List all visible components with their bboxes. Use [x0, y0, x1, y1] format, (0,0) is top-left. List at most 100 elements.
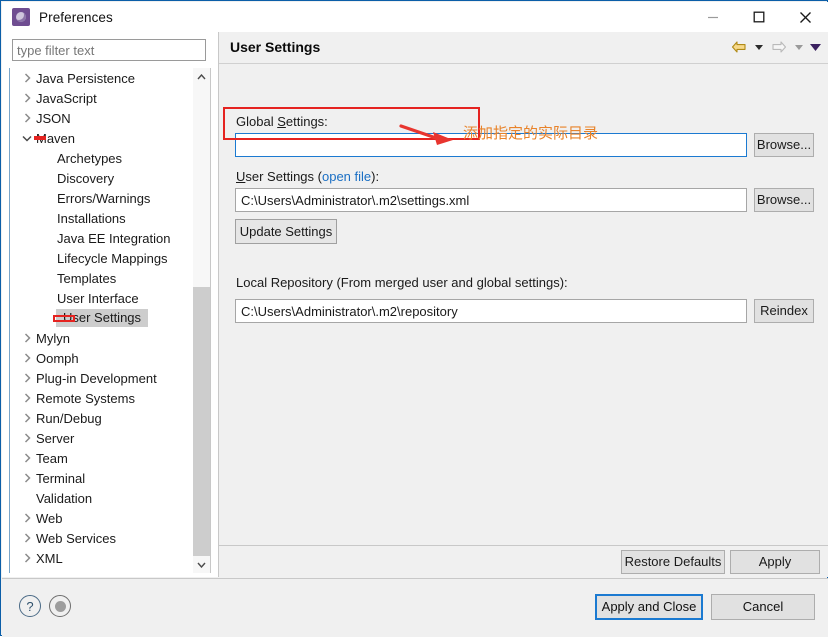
tree-item-discovery[interactable]: Discovery — [10, 168, 194, 188]
apply-button[interactable]: Apply — [730, 550, 820, 574]
user-settings-browse-button[interactable]: Browse... — [754, 188, 814, 212]
tree-item-mylyn[interactable]: Mylyn — [10, 328, 194, 348]
chevron-right-icon[interactable] — [18, 73, 36, 83]
chevron-right-icon[interactable] — [18, 553, 36, 563]
chevron-right-icon[interactable] — [18, 433, 36, 443]
tree-item-label: Discovery — [57, 170, 115, 186]
tree-item-archetypes[interactable]: Archetypes — [10, 148, 194, 168]
preferences-gear-icon — [12, 8, 30, 26]
tree-item-java-ee-integration[interactable]: Java EE Integration — [10, 228, 194, 248]
update-settings-button[interactable]: Update Settings — [235, 219, 337, 244]
tree-item-label: Templates — [57, 270, 117, 286]
chevron-right-icon[interactable] — [18, 533, 36, 543]
cancel-button[interactable]: Cancel — [711, 594, 815, 620]
tree-item-label: Maven — [36, 130, 76, 146]
tree-scrollbar[interactable] — [192, 68, 210, 573]
tree-item-label: Java Persistence — [36, 70, 135, 86]
tree-item-run-debug[interactable]: Run/Debug — [10, 408, 194, 428]
open-file-link[interactable]: open file — [322, 169, 371, 184]
chevron-right-icon[interactable] — [18, 373, 36, 383]
local-repository-label: Local Repository (From merged user and g… — [236, 275, 568, 290]
tree-item-xml[interactable]: XML — [10, 548, 194, 568]
tree-item-label: Web — [36, 510, 63, 526]
tree-item-label: Terminal — [36, 470, 86, 486]
tree-item-label: Server — [36, 430, 75, 446]
scrollbar-thumb[interactable] — [193, 287, 210, 563]
global-settings-label: Global Settings: — [236, 114, 328, 129]
panel-header: User Settings — [219, 32, 828, 64]
back-arrow-icon[interactable] — [728, 37, 750, 57]
dialog-footer — [2, 578, 828, 637]
tree-item-label: Java EE Integration — [57, 230, 171, 246]
tree-items-container: Java Persistence JavaScript JSON Maven Arche… — [10, 68, 194, 568]
back-dropdown-chevron-down-icon[interactable] — [752, 37, 766, 57]
chevron-right-icon[interactable] — [18, 393, 36, 403]
tree-item-plug-in-development[interactable]: Plug-in Development — [10, 368, 194, 388]
title-bar: Preferences — [2, 2, 828, 32]
preferences-tree[interactable]: Java Persistence JavaScript JSON Maven Arche… — [9, 68, 211, 573]
tree-item-oomph[interactable]: Oomph — [10, 348, 194, 368]
tree-item-web[interactable]: Web — [10, 508, 194, 528]
tree-item-validation[interactable]: Validation — [10, 488, 194, 508]
scroll-up-icon[interactable] — [193, 68, 210, 85]
preferences-window: Preferences Java Persistence JavaScript JS… — [0, 0, 828, 637]
tree-item-label: Plug-in Development — [36, 370, 157, 386]
chevron-right-icon[interactable] — [18, 453, 36, 463]
filter-input[interactable] — [12, 39, 206, 61]
tree-item-label: Archetypes — [57, 150, 123, 166]
window-title: Preferences — [39, 9, 113, 25]
tree-item-remote-systems[interactable]: Remote Systems — [10, 388, 194, 408]
chevron-right-icon[interactable] — [18, 413, 36, 423]
tree-item-json[interactable]: JSON — [10, 108, 194, 128]
tree-item-errors-warnings[interactable]: Errors/Warnings — [10, 188, 194, 208]
tree-item-label: Remote Systems — [36, 390, 135, 406]
local-repository-input[interactable] — [235, 299, 747, 323]
chevron-right-icon[interactable] — [18, 353, 36, 363]
global-settings-browse-button[interactable]: Browse... — [754, 133, 814, 157]
apply-bar: Restore Defaults Apply — [219, 545, 828, 577]
tree-item-server[interactable]: Server — [10, 428, 194, 448]
restore-defaults-button[interactable]: Restore Defaults — [621, 550, 725, 574]
tree-item-user-settings[interactable]: User Settings — [10, 308, 194, 328]
tree-item-team[interactable]: Team — [10, 448, 194, 468]
tree-item-web-services[interactable]: Web Services — [10, 528, 194, 548]
tree-item-terminal[interactable]: Terminal — [10, 468, 194, 488]
chevron-right-icon[interactable] — [18, 113, 36, 123]
question-mark-help-icon[interactable]: ? — [19, 595, 41, 617]
close-button[interactable] — [782, 2, 828, 32]
panel-nav-toolbar — [728, 37, 822, 57]
chevron-right-icon[interactable] — [18, 473, 36, 483]
tree-item-user-interface[interactable]: User Interface — [10, 288, 194, 308]
tree-item-label: User Interface — [57, 290, 139, 306]
tree-item-label: Errors/Warnings — [57, 190, 151, 206]
apply-and-close-button[interactable]: Apply and Close — [595, 594, 703, 620]
tree-item-maven[interactable]: Maven — [10, 128, 194, 148]
tree-item-installations[interactable]: Installations — [10, 208, 194, 228]
forward-dropdown-chevron-down-icon — [792, 37, 806, 57]
tree-item-label: User Settings — [56, 309, 149, 327]
scroll-down-icon[interactable] — [193, 556, 210, 573]
tree-item-lifecycle-mappings[interactable]: Lifecycle Mappings — [10, 248, 194, 268]
tree-item-javascript[interactable]: JavaScript — [10, 88, 194, 108]
chevron-right-icon[interactable] — [18, 93, 36, 103]
chevron-down-icon[interactable] — [18, 135, 36, 142]
tree-item-label: Team — [36, 450, 68, 466]
tree-item-templates[interactable]: Templates — [10, 268, 194, 288]
minimize-button[interactable] — [690, 2, 736, 32]
tree-item-label: XML — [36, 550, 63, 566]
chevron-right-icon[interactable] — [18, 513, 36, 523]
panel-body: Global Settings: Browse... User Settings… — [219, 64, 828, 545]
oomph-record-icon[interactable] — [49, 595, 71, 617]
reindex-button[interactable]: Reindex — [754, 299, 814, 323]
maximize-button[interactable] — [736, 2, 782, 32]
page-title: User Settings — [230, 39, 321, 55]
tree-item-label: Validation — [36, 490, 93, 506]
user-settings-label: User Settings (open file): — [236, 169, 380, 184]
tree-item-label: Mylyn — [36, 330, 70, 346]
window-controls — [690, 2, 828, 32]
user-settings-input[interactable] — [235, 188, 747, 212]
tree-item-label: Run/Debug — [36, 410, 102, 426]
chevron-right-icon[interactable] — [18, 333, 36, 343]
tree-item-java-persistence[interactable]: Java Persistence — [10, 68, 194, 88]
view-menu-chevron-down-icon[interactable] — [808, 37, 822, 57]
